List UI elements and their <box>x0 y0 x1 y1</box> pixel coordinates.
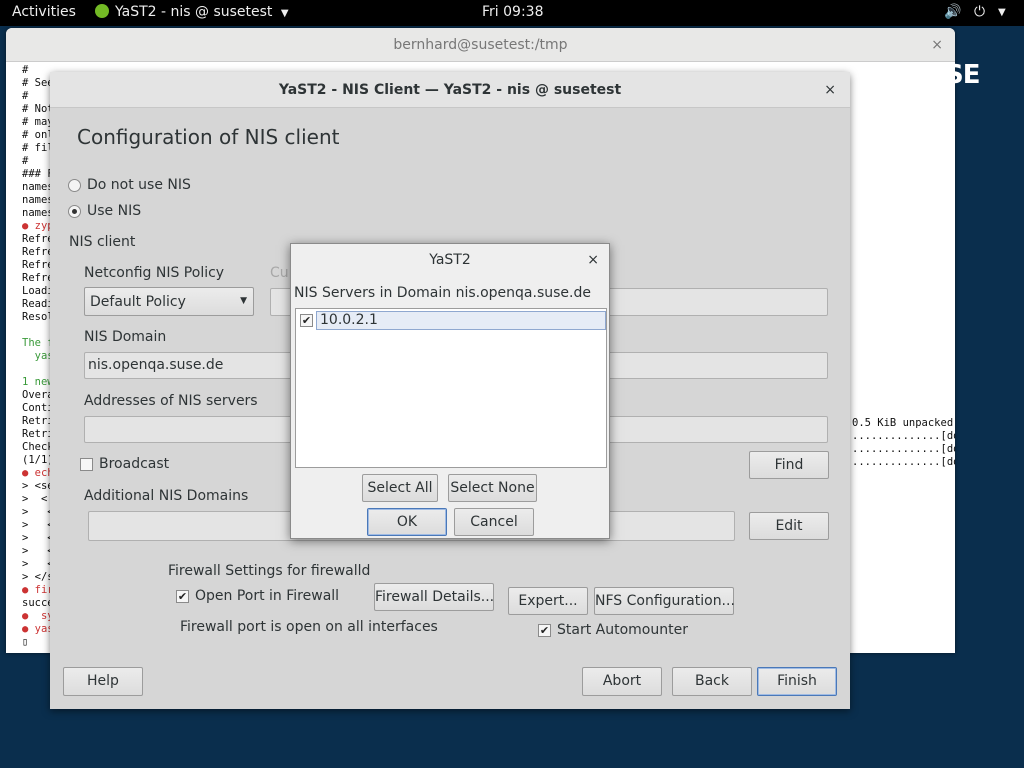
start-automounter-label[interactable]: Start Automounter <box>557 622 688 638</box>
dialog-close-icon[interactable]: × <box>587 244 599 276</box>
suse-logo: SE <box>945 60 980 90</box>
back-button[interactable]: Back <box>672 667 752 696</box>
expert-button[interactable]: Expert... <box>508 587 588 615</box>
nfs-configuration-button[interactable]: NFS Configuration... <box>594 587 735 615</box>
top-bar: Activities YaST2 - nis @ susetest ▼ Fri … <box>0 0 1024 26</box>
yast-app-icon <box>95 4 109 18</box>
app-name: YaST2 - nis @ susetest <box>115 4 273 20</box>
power-icon[interactable]: ⏻ <box>974 4 985 20</box>
firewall-status-text: Firewall port is open on all interfaces <box>180 619 438 635</box>
broadcast-checkbox[interactable] <box>80 458 93 471</box>
netconfig-policy-label: Netconfig NIS Policy <box>84 265 225 281</box>
select-none-button[interactable]: Select None <box>448 474 537 502</box>
use-nis-label[interactable]: Use NIS <box>87 203 141 219</box>
server-row-highlight: 10.0.2.1 <box>316 311 606 330</box>
nis-domain-label: NIS Domain <box>84 329 167 345</box>
additional-domains-label: Additional NIS Domains <box>84 488 249 504</box>
cancel-button[interactable]: Cancel <box>454 508 534 536</box>
nis-servers-address-label: Addresses of NIS servers <box>84 393 258 409</box>
ok-button[interactable]: OK <box>367 508 447 536</box>
do-not-use-nis-radio[interactable] <box>68 179 81 192</box>
broadcast-label[interactable]: Broadcast <box>99 456 169 472</box>
terminal-titlebar: bernhard@susetest:/tmp <box>6 28 955 62</box>
chevron-down-icon: ▼ <box>240 296 247 306</box>
do-not-use-nis-label[interactable]: Do not use NIS <box>87 177 191 193</box>
nis-servers-dialog: YaST2 × NIS Servers in Domain nis.openqa… <box>290 243 610 539</box>
yast-titlebar: YaST2 - NIS Client — YaST2 - nis @ suset… <box>50 72 850 108</box>
terminal-output-right: 0.5 KiB unpacked) ..............[done] .… <box>852 417 955 468</box>
start-automounter-checkbox[interactable]: ✔ <box>538 624 551 637</box>
firewall-settings-label: Firewall Settings for firewalld <box>168 563 371 579</box>
finish-button[interactable]: Finish <box>757 667 837 696</box>
nis-domain-value: nis.openqa.suse.de <box>88 357 224 373</box>
app-menu[interactable]: YaST2 - nis @ susetest ▼ <box>95 4 289 20</box>
help-button[interactable]: Help <box>63 667 143 696</box>
yast-window-title: YaST2 - NIS Client — YaST2 - nis @ suset… <box>278 82 622 98</box>
dialog-titlebar: YaST2 <box>291 244 609 276</box>
server-address: 10.0.2.1 <box>320 312 378 328</box>
nis-servers-list-label: NIS Servers in Domain nis.openqa.suse.de <box>294 285 591 301</box>
volume-icon[interactable]: 🔊 <box>944 4 961 20</box>
netconfig-policy-value: Default Policy <box>90 294 186 310</box>
clock[interactable]: Fri 09:38 <box>482 4 543 20</box>
open-port-checkbox[interactable]: ✔ <box>176 590 189 603</box>
terminal-title: bernhard@susetest:/tmp <box>393 37 568 53</box>
edit-button[interactable]: Edit <box>749 512 829 540</box>
terminal-close-icon[interactable]: × <box>931 28 943 62</box>
use-nis-radio[interactable] <box>68 205 81 218</box>
yast-close-icon[interactable]: × <box>824 72 836 108</box>
activities-button[interactable]: Activities <box>12 4 76 20</box>
page-title: Configuration of NIS client <box>77 125 340 149</box>
firewall-details-button[interactable]: Firewall Details... <box>374 583 494 611</box>
chevron-down-icon: ▼ <box>280 8 289 19</box>
netconfig-policy-select[interactable]: Default Policy ▼ <box>84 287 254 316</box>
custom-policy-label: Cu <box>270 265 289 281</box>
select-all-button[interactable]: Select All <box>362 474 438 502</box>
open-port-label[interactable]: Open Port in Firewall <box>195 588 339 604</box>
dialog-title: YaST2 <box>429 252 471 268</box>
list-item[interactable]: ✔ 10.0.2.1 <box>298 311 606 330</box>
find-button[interactable]: Find <box>749 451 829 479</box>
server-checkbox[interactable]: ✔ <box>300 314 313 327</box>
nis-client-group-label: NIS client <box>69 234 136 250</box>
abort-button[interactable]: Abort <box>582 667 662 696</box>
nis-servers-list[interactable]: ✔ 10.0.2.1 <box>295 308 607 468</box>
system-menu-chevron-icon[interactable]: ▼ <box>998 7 1006 18</box>
